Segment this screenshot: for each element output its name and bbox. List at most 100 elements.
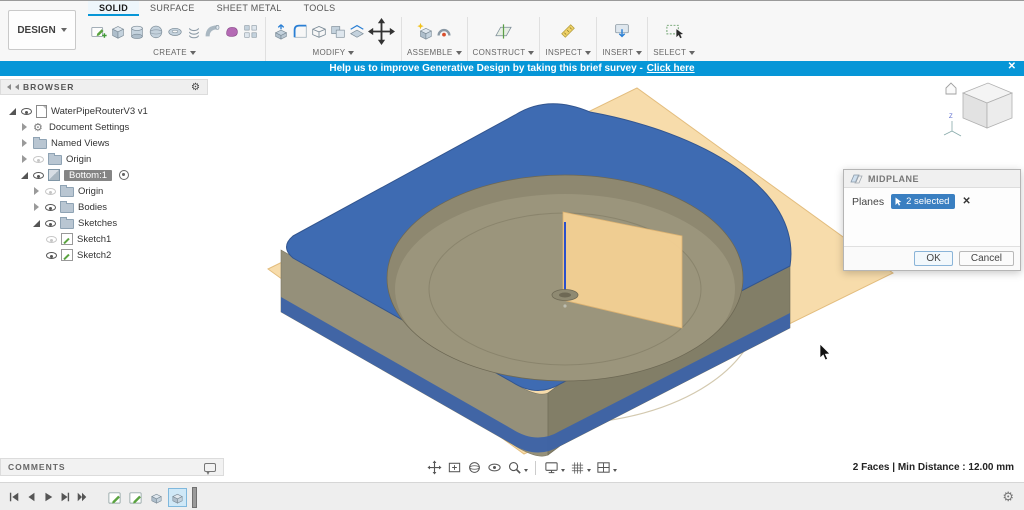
- play-icon[interactable]: [41, 490, 55, 504]
- collapsed-icon[interactable]: [22, 123, 27, 131]
- visibility-eye-icon[interactable]: [46, 234, 57, 244]
- assemble-dropdown[interactable]: ASSEMBLE: [407, 48, 462, 57]
- move-icon[interactable]: [366, 17, 396, 45]
- tree-item-sketch1[interactable]: Sketch1: [0, 231, 208, 247]
- visibility-eye-icon[interactable]: [45, 202, 56, 212]
- step-forward-icon[interactable]: [58, 490, 72, 504]
- modify-dropdown[interactable]: MODIFY: [313, 48, 355, 57]
- expanded-icon[interactable]: [21, 171, 28, 179]
- collapsed-icon[interactable]: [34, 187, 39, 195]
- browser-header[interactable]: BROWSER: [0, 79, 208, 95]
- chevron-down-icon[interactable]: [613, 469, 617, 472]
- joint-icon[interactable]: [434, 19, 453, 43]
- activate-component-radio[interactable]: [119, 170, 130, 180]
- coil-icon[interactable]: [184, 19, 203, 43]
- toolbar-group-insert: INSERT: [599, 16, 645, 57]
- sketch-feature-icon[interactable]: [105, 488, 124, 507]
- tree-item-named-views[interactable]: Named Views: [0, 135, 208, 151]
- timeline-settings-gear-icon[interactable]: [1002, 488, 1014, 506]
- fit-icon[interactable]: [445, 459, 463, 476]
- design-workspace-button[interactable]: DESIGN: [8, 10, 76, 50]
- combine-icon[interactable]: [328, 19, 347, 43]
- banner-close-icon[interactable]: ✕: [1008, 61, 1016, 72]
- view-cube[interactable]: Z: [943, 82, 1014, 137]
- chevron-down-icon[interactable]: [524, 469, 528, 472]
- chevron-down-icon[interactable]: [587, 469, 591, 472]
- expanded-icon[interactable]: [33, 219, 40, 227]
- collapsed-icon[interactable]: [22, 139, 27, 147]
- pan-icon[interactable]: [425, 459, 443, 476]
- extrude-feature-icon[interactable]: [147, 488, 166, 507]
- create-form-icon[interactable]: [222, 19, 241, 43]
- sketch-feature-icon[interactable]: [126, 488, 145, 507]
- new-component-icon[interactable]: [415, 19, 434, 43]
- create-dropdown[interactable]: CREATE: [153, 48, 196, 57]
- fillet-icon[interactable]: [290, 19, 309, 43]
- tab-sheet-metal[interactable]: SHEET METAL: [206, 1, 293, 16]
- select-icon[interactable]: [665, 19, 684, 43]
- expanded-icon[interactable]: [9, 107, 16, 115]
- step-back-icon[interactable]: [24, 490, 38, 504]
- look-at-icon[interactable]: [485, 459, 503, 476]
- tree-item-sketches[interactable]: Sketches: [0, 215, 208, 231]
- visibility-eye-icon[interactable]: [45, 186, 56, 196]
- cylinder-icon[interactable]: [127, 19, 146, 43]
- tree-item-document-settings[interactable]: Document Settings: [0, 119, 208, 135]
- visibility-eye-icon[interactable]: [21, 106, 32, 116]
- free-orbit-icon[interactable]: [465, 459, 483, 476]
- tab-surface[interactable]: SURFACE: [139, 1, 206, 16]
- pattern-icon[interactable]: [241, 19, 260, 43]
- select-dropdown[interactable]: SELECT: [653, 48, 696, 57]
- collapsed-icon[interactable]: [34, 203, 39, 211]
- collapse-panel-icon[interactable]: [7, 84, 11, 90]
- display-settings-icon[interactable]: [542, 459, 560, 476]
- visibility-eye-icon[interactable]: [33, 154, 44, 164]
- selection-badge[interactable]: 2 selected: [891, 194, 956, 209]
- tab-tools[interactable]: TOOLS: [293, 1, 347, 16]
- toolbar-separator: [535, 460, 536, 475]
- comments-panel[interactable]: COMMENTS: [0, 458, 224, 476]
- cancel-button[interactable]: Cancel: [958, 251, 1014, 266]
- timeline-position-marker[interactable]: [192, 486, 197, 508]
- tree-item-root-component[interactable]: WaterPipeRouterV3 v1: [0, 103, 208, 119]
- zoom-icon[interactable]: [505, 459, 523, 476]
- visibility-eye-icon[interactable]: [46, 250, 57, 260]
- tree-item-origin[interactable]: Origin: [0, 151, 208, 167]
- measure-icon[interactable]: [559, 19, 578, 43]
- collapse-panel-icon[interactable]: [15, 84, 19, 90]
- dialog-header[interactable]: MIDPLANE: [844, 170, 1020, 188]
- press-pull-icon[interactable]: [271, 19, 290, 43]
- toolbar-tabs: SOLID SURFACE SHEET METAL TOOLS: [88, 1, 346, 16]
- clear-selection-icon[interactable]: ✕: [962, 196, 970, 207]
- tree-item-bottom-component[interactable]: Bottom:1: [0, 167, 208, 183]
- create-sketch-icon[interactable]: [89, 19, 108, 43]
- sphere-icon[interactable]: [146, 19, 165, 43]
- ok-button[interactable]: OK: [914, 251, 953, 266]
- shell-icon[interactable]: [309, 19, 328, 43]
- viewport[interactable]: Z BROWSER WaterPipeRouterV3 v1: [0, 76, 1024, 482]
- box-icon[interactable]: [108, 19, 127, 43]
- construct-plane-icon[interactable]: [494, 19, 513, 43]
- grid-snaps-icon[interactable]: [568, 459, 586, 476]
- tree-item-origin-2[interactable]: Origin: [0, 183, 208, 199]
- construct-dropdown[interactable]: CONSTRUCT: [473, 48, 535, 57]
- collapsed-icon[interactable]: [22, 155, 27, 163]
- chevron-down-icon[interactable]: [561, 469, 565, 472]
- viewports-icon[interactable]: [594, 459, 612, 476]
- go-to-start-icon[interactable]: [7, 490, 21, 504]
- visibility-eye-icon[interactable]: [33, 170, 44, 180]
- survey-link[interactable]: Click here: [647, 63, 695, 74]
- visibility-eye-icon[interactable]: [45, 218, 56, 228]
- tree-item-sketch2[interactable]: Sketch2: [0, 247, 208, 263]
- insert-icon[interactable]: [613, 19, 632, 43]
- offset-face-icon[interactable]: [347, 19, 366, 43]
- tree-item-bodies[interactable]: Bodies: [0, 199, 208, 215]
- inspect-dropdown[interactable]: INSPECT: [545, 48, 592, 57]
- go-to-end-icon[interactable]: [75, 490, 89, 504]
- extrude-feature-icon[interactable]: [168, 487, 187, 507]
- insert-dropdown[interactable]: INSERT: [602, 48, 643, 57]
- display-settings-gear-icon[interactable]: [191, 82, 201, 93]
- pipe-icon[interactable]: [203, 19, 222, 43]
- tab-solid[interactable]: SOLID: [88, 1, 140, 16]
- torus-icon[interactable]: [165, 19, 184, 43]
